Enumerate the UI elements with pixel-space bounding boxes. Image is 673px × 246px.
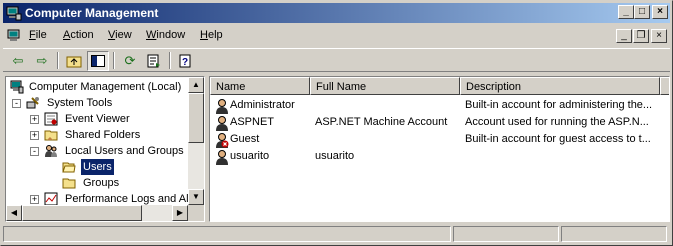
close-button[interactable]: × bbox=[652, 5, 668, 19]
console-tree[interactable]: Computer Management (Local) - System Too… bbox=[5, 76, 205, 222]
table-row[interactable]: usuarito usuarito bbox=[210, 148, 669, 165]
tree-label: Groups bbox=[83, 177, 120, 189]
expand-icon[interactable]: + bbox=[30, 195, 39, 204]
child-restore-button[interactable]: ❐ bbox=[633, 29, 649, 43]
computer-management-window: Computer Management _ □ × File Action Vi… bbox=[0, 0, 673, 246]
computer-management-icon bbox=[6, 6, 22, 21]
up-one-level-icon[interactable] bbox=[63, 51, 85, 71]
refresh-icon[interactable]: ⟳ bbox=[119, 51, 141, 71]
mmc-document-icon[interactable] bbox=[7, 28, 23, 44]
cell-description: Account used for running the ASP.N... bbox=[465, 116, 649, 128]
tree-item-computer-management[interactable]: Computer Management (Local) bbox=[8, 79, 188, 95]
computer-icon bbox=[10, 80, 24, 94]
scrollbar-corner bbox=[188, 205, 204, 221]
scroll-thumb[interactable] bbox=[22, 205, 142, 221]
user-icon bbox=[216, 99, 228, 114]
user-icon bbox=[216, 116, 228, 131]
tree-label: Local Users and Groups bbox=[65, 145, 184, 157]
toolbar: ⇦ ⇨ ⟳ ? bbox=[3, 48, 670, 72]
shared-folder-icon bbox=[44, 130, 58, 141]
window-title: Computer Management bbox=[25, 6, 159, 20]
cell-description: Built-in account for administering the..… bbox=[465, 99, 653, 111]
cell-name: Administrator bbox=[230, 99, 295, 111]
tree-vertical-scrollbar[interactable]: ▲ ▼ bbox=[188, 77, 204, 205]
tree-label: Shared Folders bbox=[65, 129, 141, 141]
show-hide-console-tree-icon[interactable] bbox=[87, 51, 109, 71]
users-groups-icon bbox=[45, 145, 57, 157]
title-bar[interactable]: Computer Management _ □ × bbox=[3, 3, 670, 23]
cell-full-name: ASP.NET Machine Account bbox=[315, 116, 448, 128]
folder-open-icon bbox=[62, 162, 76, 173]
export-list-icon[interactable] bbox=[143, 51, 165, 71]
help-icon[interactable]: ? bbox=[175, 51, 197, 71]
tree-label: System Tools bbox=[47, 97, 113, 109]
status-panel bbox=[453, 226, 559, 242]
column-header-filler bbox=[660, 77, 669, 95]
table-row[interactable]: ASPNET ASP.NET Machine Account Account u… bbox=[210, 114, 669, 131]
menu-view[interactable]: View bbox=[108, 29, 132, 41]
tree-item-event-viewer[interactable]: + Event Viewer bbox=[8, 111, 188, 127]
cell-name: usuarito bbox=[230, 150, 270, 162]
tree-label: Computer Management (Local) bbox=[29, 81, 182, 93]
menu-file[interactable]: File bbox=[29, 29, 47, 41]
column-header-name[interactable]: Name bbox=[210, 77, 310, 95]
menu-action[interactable]: Action bbox=[63, 29, 94, 41]
toolbar-separator bbox=[113, 52, 115, 69]
table-row[interactable]: Guest Built-in account for guest access … bbox=[210, 131, 669, 148]
expand-icon[interactable]: + bbox=[30, 115, 39, 124]
event-viewer-icon bbox=[44, 112, 58, 126]
expand-icon[interactable]: + bbox=[30, 131, 39, 140]
tree-item-local-users-and-groups[interactable]: - Local Users and Groups bbox=[8, 143, 188, 159]
toolbar-separator bbox=[169, 52, 171, 69]
scroll-right-icon[interactable]: ▶ bbox=[172, 205, 188, 221]
tools-icon bbox=[26, 97, 39, 109]
svg-text:?: ? bbox=[182, 57, 188, 68]
column-header-description[interactable]: Description bbox=[460, 77, 660, 95]
collapse-icon[interactable]: - bbox=[30, 147, 39, 156]
details-list[interactable]: Name Full Name Description Administrator… bbox=[209, 76, 670, 222]
back-arrow-icon[interactable]: ⇦ bbox=[7, 51, 29, 71]
forward-arrow-icon[interactable]: ⇨ bbox=[31, 51, 53, 71]
folder-icon bbox=[62, 178, 76, 189]
column-header-full-name[interactable]: Full Name bbox=[310, 77, 460, 95]
status-panel bbox=[561, 226, 667, 242]
menu-bar: File Action View Window Help _ ❐ × bbox=[3, 26, 670, 46]
cell-name: ASPNET bbox=[230, 116, 275, 128]
child-close-button[interactable]: × bbox=[651, 29, 667, 43]
performance-icon bbox=[44, 192, 58, 206]
menu-help[interactable]: Help bbox=[200, 29, 223, 41]
tree-horizontal-scrollbar[interactable]: ◀ ▶ bbox=[6, 205, 188, 221]
cell-name: Guest bbox=[230, 133, 260, 145]
maximize-button[interactable]: □ bbox=[634, 5, 650, 19]
tree-label: Users bbox=[80, 158, 115, 176]
minimize-button[interactable]: _ bbox=[618, 5, 634, 19]
collapse-icon[interactable]: - bbox=[12, 99, 21, 108]
scroll-thumb[interactable] bbox=[188, 93, 204, 143]
tree-item-groups[interactable]: Groups bbox=[8, 175, 188, 191]
status-bar bbox=[3, 225, 670, 243]
menu-window[interactable]: Window bbox=[146, 29, 185, 41]
cell-description: Built-in account for guest access to t..… bbox=[465, 133, 651, 145]
tree-label: Event Viewer bbox=[65, 113, 130, 125]
scroll-down-icon[interactable]: ▼ bbox=[188, 189, 204, 205]
child-minimize-button[interactable]: _ bbox=[616, 29, 632, 43]
user-icon bbox=[216, 150, 228, 165]
cell-full-name: usuarito bbox=[315, 150, 355, 162]
status-panel-main bbox=[3, 226, 451, 242]
tree-item-users[interactable]: Users bbox=[8, 158, 188, 176]
table-row[interactable]: Administrator Built-in account for admin… bbox=[210, 97, 669, 114]
tree-item-system-tools[interactable]: - System Tools bbox=[8, 95, 188, 111]
tree-item-shared-folders[interactable]: + Shared Folders bbox=[8, 127, 188, 143]
toolbar-separator bbox=[57, 52, 59, 69]
scroll-up-icon[interactable]: ▲ bbox=[188, 77, 204, 93]
scroll-left-icon[interactable]: ◀ bbox=[6, 205, 22, 221]
disabled-user-icon bbox=[216, 133, 229, 148]
